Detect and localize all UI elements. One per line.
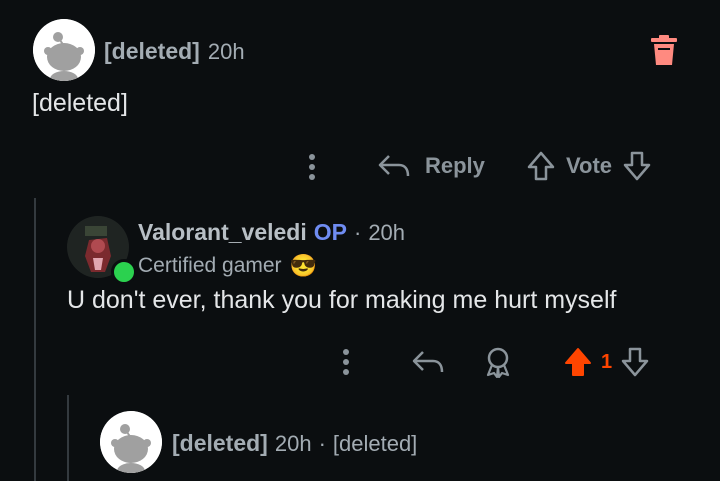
vote-group: Vote xyxy=(526,150,652,182)
snoo-avatar-icon xyxy=(33,19,95,81)
online-status-indicator xyxy=(111,259,137,285)
upvote-filled-icon[interactable] xyxy=(563,346,593,378)
comment-author[interactable]: [deleted] xyxy=(104,38,200,65)
more-options-button[interactable] xyxy=(340,347,352,377)
thread-line-level1[interactable] xyxy=(34,198,36,481)
reply-button[interactable] xyxy=(411,348,445,376)
avatar[interactable] xyxy=(100,411,162,473)
user-flair: Certified gamer xyxy=(138,254,282,277)
vote-label: Vote xyxy=(566,153,613,178)
op-badge: OP xyxy=(313,219,347,245)
sunglasses-emoji-icon: 😎 xyxy=(289,253,317,278)
upvote-icon[interactable] xyxy=(526,150,556,182)
downvote-icon[interactable] xyxy=(620,346,650,378)
downvote-icon[interactable] xyxy=(622,150,652,182)
separator: · xyxy=(353,220,362,245)
reply-icon xyxy=(412,351,444,373)
award-button[interactable] xyxy=(483,346,513,378)
reply-button[interactable]: Reply xyxy=(377,152,485,180)
comment-timestamp: 20h xyxy=(207,39,245,64)
more-vertical-icon xyxy=(309,154,315,180)
comment-timestamp: 20h xyxy=(274,431,312,456)
avatar[interactable] xyxy=(33,19,95,81)
comment-body: U don't ever, thank you for making me hu… xyxy=(67,286,617,314)
comment-author[interactable]: [deleted] xyxy=(172,430,268,457)
thread-line-level2[interactable] xyxy=(67,395,69,481)
trash-icon xyxy=(651,35,677,65)
comment-author[interactable]: Valorant_veledi xyxy=(138,219,307,246)
reply-label: Reply xyxy=(425,153,485,178)
more-vertical-icon xyxy=(343,349,349,375)
comment-timestamp: 20h xyxy=(368,220,406,245)
delete-button[interactable] xyxy=(650,34,678,66)
separator: · xyxy=(318,431,326,456)
comment-body: [deleted] xyxy=(32,89,128,117)
award-icon xyxy=(486,347,510,378)
comment-body-inline: [deleted] xyxy=(332,431,418,456)
vote-group: 1 xyxy=(563,346,650,378)
snoo-avatar-icon xyxy=(100,411,162,473)
vote-score: 1 xyxy=(601,350,613,373)
reply-icon xyxy=(378,155,410,177)
more-options-button[interactable] xyxy=(306,152,318,182)
